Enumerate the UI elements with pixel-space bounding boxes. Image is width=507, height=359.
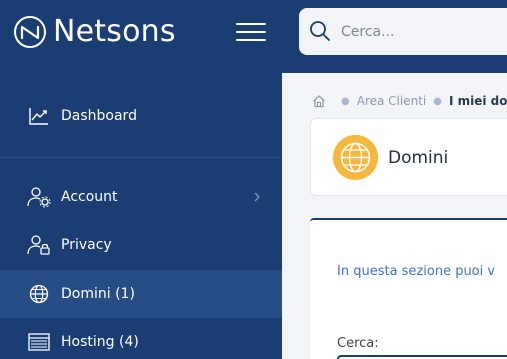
- breadcrumb-separator: ●: [433, 95, 442, 107]
- search-box: [299, 8, 507, 55]
- sidebar-item-label: Privacy: [61, 237, 112, 253]
- sidebar-item-domini[interactable]: Domini (1): [0, 270, 282, 318]
- breadcrumb-separator: ●: [341, 95, 350, 107]
- top-bar: Netsons: [0, 0, 507, 73]
- logo-text: Netsons: [53, 14, 176, 49]
- hamburger-line: [236, 31, 266, 33]
- sidebar-item-label: Hosting (4): [61, 334, 139, 350]
- search-input[interactable]: [341, 8, 507, 55]
- chart-line-icon: [29, 108, 48, 125]
- netsons-logo-icon: [14, 16, 46, 48]
- breadcrumb-link-area-clienti[interactable]: Area Clienti: [357, 94, 427, 108]
- sidebar-item-account[interactable]: Account: [0, 173, 282, 221]
- table-search-label: Cerca:: [337, 336, 379, 351]
- breadcrumb: ● Area Clienti ● I miei domi: [312, 92, 507, 110]
- user-gear-icon: [27, 187, 51, 208]
- sidebar-item-privacy[interactable]: Privacy: [0, 221, 282, 269]
- chevron-right-icon: [254, 192, 260, 202]
- sidebar: Dashboard Account Privacy Domini (1) Hos…: [0, 73, 282, 359]
- globe-icon: [333, 135, 378, 180]
- table-search-input[interactable]: [337, 355, 507, 359]
- home-icon[interactable]: [312, 94, 326, 108]
- globe-icon: [29, 284, 49, 304]
- hamburger-line: [236, 23, 266, 25]
- sidebar-divider: [0, 157, 282, 158]
- logo[interactable]: Netsons: [13, 15, 176, 49]
- sidebar-item-label: Domini (1): [61, 286, 135, 302]
- sidebar-item-dashboard[interactable]: Dashboard: [0, 92, 282, 140]
- user-lock-icon: [27, 235, 50, 255]
- section-intro-text: In questa sezione puoi v: [337, 264, 496, 279]
- sidebar-item-hosting[interactable]: Hosting (4): [0, 318, 282, 359]
- menu-toggle-button[interactable]: [236, 22, 266, 42]
- page-title: Domini: [388, 148, 449, 168]
- domains-panel: In questa sezione puoi v Cerca:: [310, 218, 507, 359]
- sidebar-item-label: Account: [61, 189, 118, 205]
- hamburger-line: [236, 39, 266, 41]
- page-title-card: Domini: [310, 118, 507, 196]
- breadcrumb-current: I miei domi: [448, 94, 507, 108]
- search-icon[interactable]: [309, 20, 331, 42]
- server-icon: [28, 333, 50, 351]
- sidebar-item-label: Dashboard: [61, 108, 137, 124]
